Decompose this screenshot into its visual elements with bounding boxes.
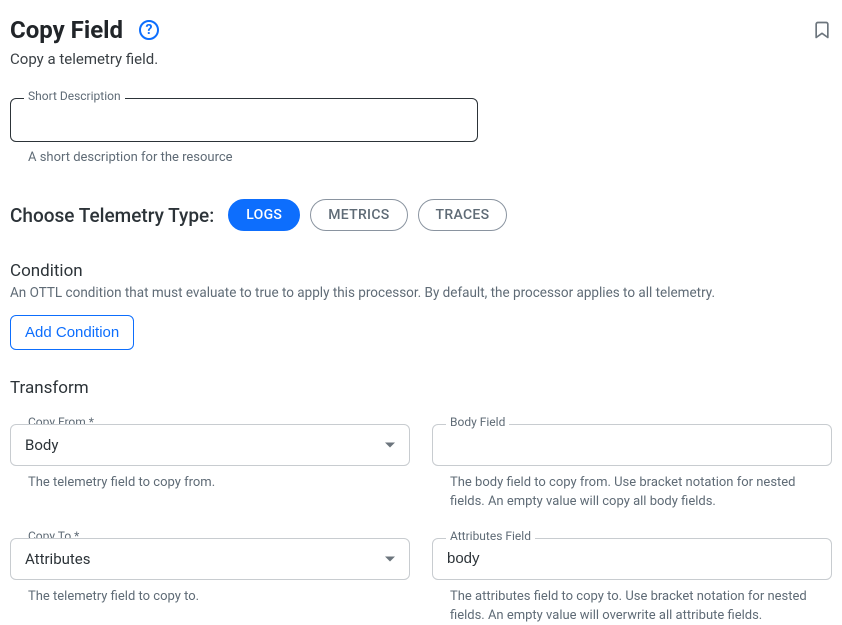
condition-section: Condition An OTTL condition that must ev…: [10, 261, 832, 350]
telemetry-pill-group: LOGS METRICS TRACES: [228, 199, 507, 231]
short-description-field: Short Description: [10, 98, 478, 142]
copy-to-field: Copy To * Attributes: [10, 538, 410, 580]
copy-to-value: Attributes: [25, 550, 91, 568]
add-condition-button[interactable]: Add Condition: [10, 315, 134, 350]
header: Copy Field ?: [10, 16, 832, 44]
chevron-down-icon: [385, 556, 395, 561]
attributes-field-helper: The attributes field to copy to. Use bra…: [450, 588, 832, 625]
telemetry-type-row: Choose Telemetry Type: LOGS METRICS TRAC…: [10, 199, 832, 231]
copy-to-select[interactable]: Attributes: [10, 538, 410, 580]
telemetry-label: Choose Telemetry Type:: [10, 204, 214, 227]
short-description-label: Short Description: [24, 89, 125, 103]
transform-title: Transform: [10, 378, 832, 398]
body-field-label: Body Field: [446, 415, 509, 429]
copy-from-field: Copy From * Body: [10, 424, 410, 466]
help-icon[interactable]: ?: [139, 20, 159, 40]
telemetry-pill-logs[interactable]: LOGS: [228, 199, 300, 231]
body-field-wrap: Body Field: [432, 424, 832, 466]
subtitle: Copy a telemetry field.: [10, 50, 832, 68]
copy-from-helper: The telemetry field to copy from.: [28, 474, 410, 493]
title-group: Copy Field ?: [10, 16, 159, 44]
bookmark-icon[interactable]: [812, 20, 832, 40]
chevron-down-icon: [385, 443, 395, 448]
short-description-input[interactable]: [10, 98, 478, 142]
body-field-input[interactable]: [432, 424, 832, 466]
condition-desc: An OTTL condition that must evaluate to …: [10, 285, 832, 301]
short-description-helper: A short description for the resource: [28, 150, 832, 165]
copy-from-value: Body: [25, 436, 58, 454]
attributes-field-wrap: Attributes Field: [432, 538, 832, 580]
attributes-field-label: Attributes Field: [446, 529, 535, 543]
condition-title: Condition: [10, 261, 832, 281]
telemetry-pill-traces[interactable]: TRACES: [418, 199, 508, 231]
transform-grid: Copy From * Body The telemetry field to …: [10, 398, 832, 625]
body-field-helper: The body field to copy from. Use bracket…: [450, 474, 832, 512]
copy-from-select[interactable]: Body: [10, 424, 410, 466]
telemetry-pill-metrics[interactable]: METRICS: [310, 199, 407, 231]
copy-to-helper: The telemetry field to copy to.: [28, 588, 410, 607]
page-title: Copy Field: [10, 16, 123, 44]
attributes-field-input[interactable]: [432, 538, 832, 580]
